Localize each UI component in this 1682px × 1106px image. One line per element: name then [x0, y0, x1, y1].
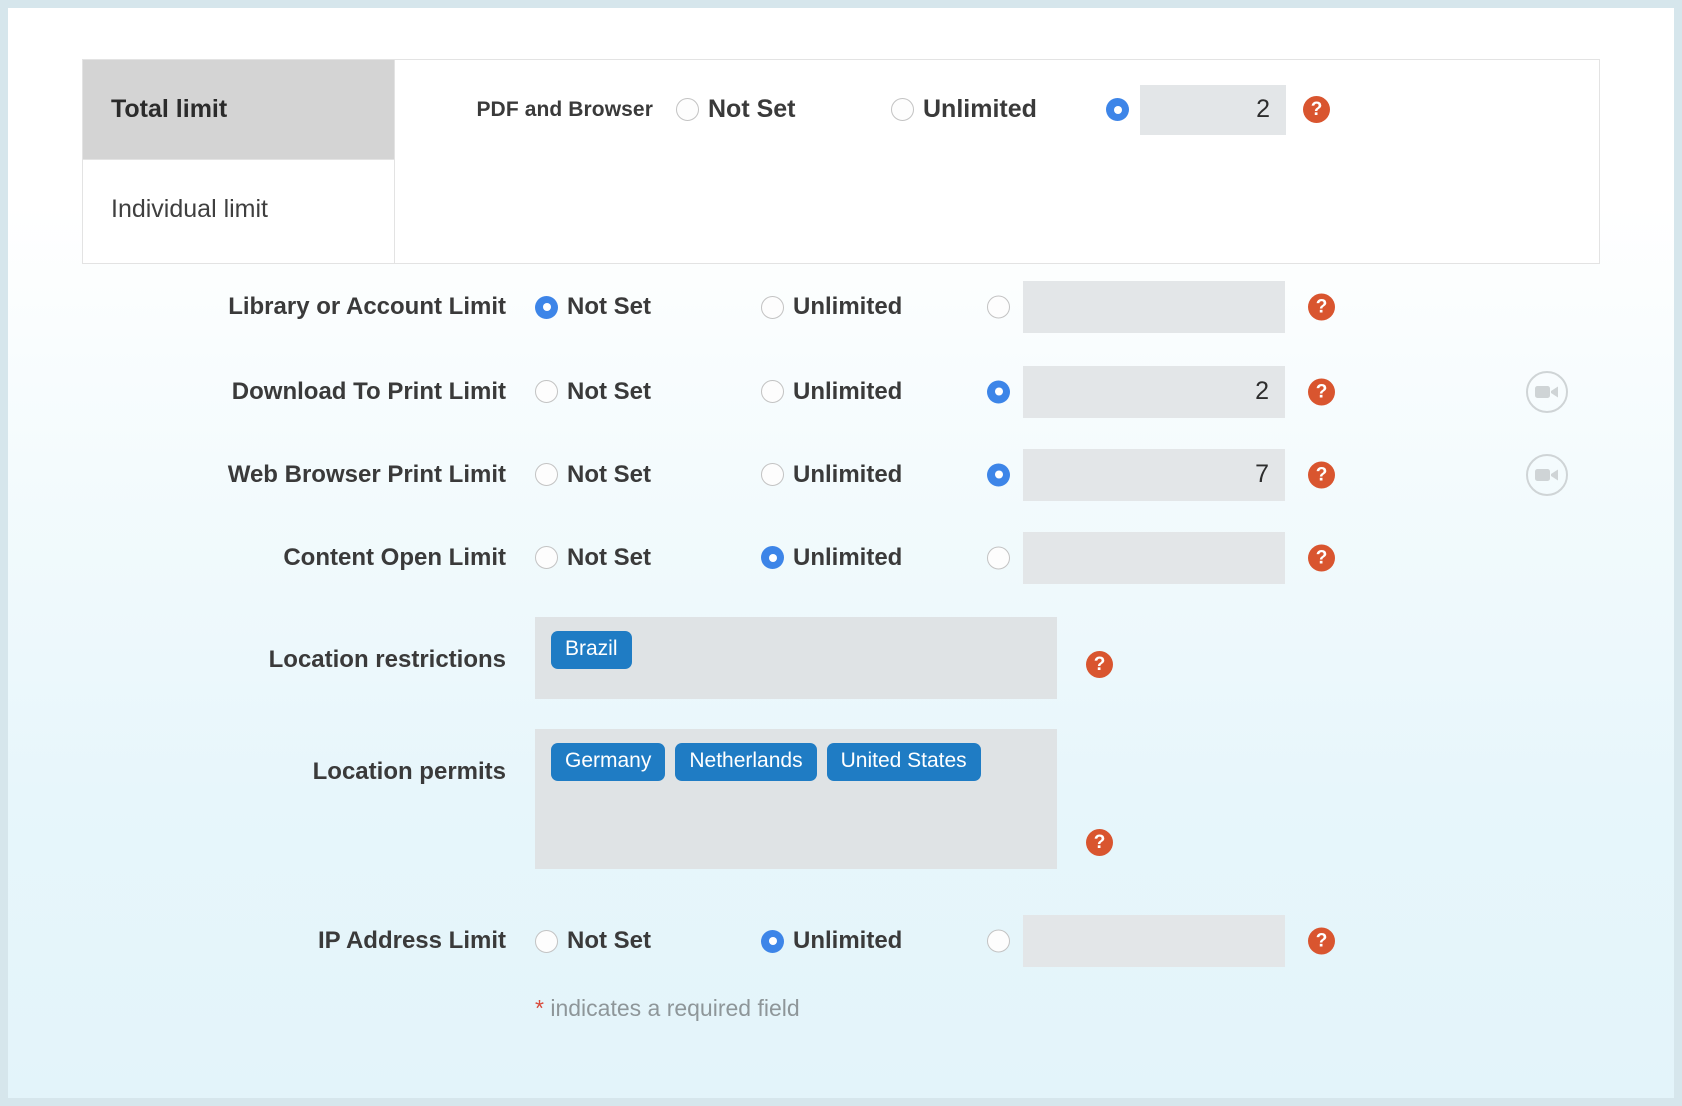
required-field-note: * indicates a required field [535, 995, 1674, 1022]
radio-not-set[interactable] [676, 98, 699, 121]
option-not-set[interactable]: Not Set [535, 544, 651, 572]
option-not-set-label: Not Set [567, 543, 651, 571]
row-label: Web Browser Print Limit [227, 460, 506, 488]
row-library-or-account-limit: Library or Account Limit Not Set Unlimit… [8, 264, 1674, 350]
help-icon[interactable]: ? [1308, 544, 1335, 571]
row-content-open-limit: Content Open Limit Not Set Unlimited ? [8, 516, 1674, 599]
radio-not-set[interactable] [535, 380, 558, 403]
help-icon[interactable]: ? [1308, 378, 1335, 405]
limit-tab-body: PDF and Browser Not Set Unlimited 2 ? [395, 60, 1599, 263]
tag-item[interactable]: Brazil [551, 631, 632, 670]
limit-tab-list: Total limit Individual limit [83, 60, 395, 263]
pdf-and-browser-value: 2 [1256, 95, 1270, 123]
tag-item[interactable]: Netherlands [675, 743, 817, 782]
tab-individual-limit[interactable]: Individual limit [83, 159, 394, 258]
pdf-and-browser-value-input[interactable]: 2 [1140, 84, 1286, 135]
value-text: 7 [1255, 460, 1269, 488]
row-location-restrictions: Location restrictions Brazil ? [8, 599, 1674, 709]
video-camera-icon [1526, 370, 1568, 413]
option-unlimited[interactable]: Unlimited [761, 293, 902, 321]
row-label: Location restrictions [268, 646, 506, 673]
radio-custom-value[interactable] [987, 295, 1010, 319]
row-label: Download To Print Limit [231, 377, 506, 405]
radio-custom-value[interactable] [987, 929, 1010, 953]
tab-individual-limit-label: Individual limit [111, 194, 269, 223]
pdf-and-browser-row: PDF and Browser Not Set Unlimited 2 ? [395, 60, 1599, 159]
radio-unlimited[interactable] [761, 546, 784, 569]
option-unlimited-label: Unlimited [793, 927, 903, 954]
help-icon[interactable]: ? [1086, 651, 1113, 678]
radio-not-set[interactable] [535, 295, 558, 319]
help-icon[interactable]: ? [1308, 293, 1335, 321]
option-unlimited-label: Unlimited [793, 293, 903, 320]
row-label: Location permits [312, 758, 506, 785]
video-tutorial-button[interactable] [1526, 370, 1568, 413]
radio-custom-value[interactable] [987, 380, 1010, 403]
row-web-browser-print-limit: Web Browser Print Limit Not Set Unlimite… [8, 433, 1674, 516]
option-unlimited-label: Unlimited [793, 543, 903, 571]
value-input[interactable] [1023, 531, 1285, 584]
radio-custom-value[interactable] [1106, 98, 1129, 121]
option-unlimited[interactable]: Unlimited [761, 461, 902, 489]
option-not-set[interactable]: Not Set [535, 293, 651, 321]
option-not-set[interactable]: Not Set [535, 378, 651, 406]
radio-unlimited[interactable] [761, 380, 784, 403]
tag-item[interactable]: Germany [551, 743, 666, 782]
option-unlimited[interactable]: Unlimited [761, 544, 902, 572]
option-not-set[interactable]: Not Set [535, 927, 651, 955]
row-label: Content Open Limit [283, 543, 506, 571]
help-icon[interactable]: ? [1086, 829, 1113, 856]
radio-unlimited[interactable] [891, 98, 914, 121]
radio-custom-value[interactable] [987, 463, 1010, 486]
limit-tab-panel: Total limit Individual limit PDF and Bro… [82, 59, 1600, 264]
location-restrictions-tagbox[interactable]: Brazil [535, 617, 1057, 699]
video-camera-icon [1526, 453, 1568, 496]
option-not-set-label: Not Set [567, 293, 651, 320]
radio-not-set[interactable] [535, 463, 558, 486]
pdf-and-browser-option-not-set[interactable]: Not Set [676, 95, 796, 124]
pdf-and-browser-option-unlimited[interactable]: Unlimited [891, 95, 1037, 124]
option-not-set-label: Not Set [567, 927, 651, 954]
radio-unlimited[interactable] [761, 929, 784, 953]
row-location-permits: Location permits Germany Netherlands Uni… [8, 709, 1674, 895]
required-asterisk: * [535, 995, 544, 1021]
option-not-set-label: Not Set [567, 460, 651, 488]
value-input[interactable] [1023, 281, 1285, 333]
radio-unlimited[interactable] [761, 295, 784, 319]
limits-form: Library or Account Limit Not Set Unlimit… [8, 264, 1674, 1022]
tab-total-limit[interactable]: Total limit [83, 60, 394, 159]
option-unlimited-label: Unlimited [793, 460, 903, 488]
pdf-and-browser-label: PDF and Browser [476, 97, 653, 121]
row-label: IP Address Limit [317, 927, 506, 954]
radio-not-set-label: Not Set [708, 95, 796, 123]
row-ip-address-limit: IP Address Limit Not Set Unlimited ? [8, 895, 1674, 987]
radio-not-set[interactable] [535, 546, 558, 569]
radio-unlimited-label: Unlimited [923, 95, 1037, 123]
required-note-text: indicates a required field [550, 995, 800, 1021]
option-not-set-label: Not Set [567, 377, 651, 405]
radio-custom-value[interactable] [987, 546, 1010, 569]
row-download-to-print-limit: Download To Print Limit Not Set Unlimite… [8, 350, 1674, 433]
tab-total-limit-label: Total limit [111, 95, 228, 123]
settings-page: Total limit Individual limit PDF and Bro… [8, 8, 1674, 1098]
video-tutorial-button[interactable] [1526, 453, 1568, 496]
help-icon[interactable]: ? [1308, 461, 1335, 488]
value-text: 2 [1255, 377, 1269, 405]
help-icon[interactable]: ? [1303, 96, 1330, 123]
tag-item[interactable]: United States [826, 743, 981, 782]
help-icon[interactable]: ? [1308, 927, 1335, 955]
radio-unlimited[interactable] [761, 463, 784, 486]
location-permits-tagbox[interactable]: Germany Netherlands United States [535, 729, 1057, 869]
radio-not-set[interactable] [535, 929, 558, 953]
option-unlimited-label: Unlimited [793, 377, 903, 405]
option-not-set[interactable]: Not Set [535, 461, 651, 489]
value-input[interactable]: 7 [1023, 448, 1285, 501]
row-label: Library or Account Limit [228, 293, 506, 320]
value-input[interactable] [1023, 915, 1285, 967]
value-input[interactable]: 2 [1023, 365, 1285, 418]
option-unlimited[interactable]: Unlimited [761, 378, 902, 406]
option-unlimited[interactable]: Unlimited [761, 927, 902, 955]
